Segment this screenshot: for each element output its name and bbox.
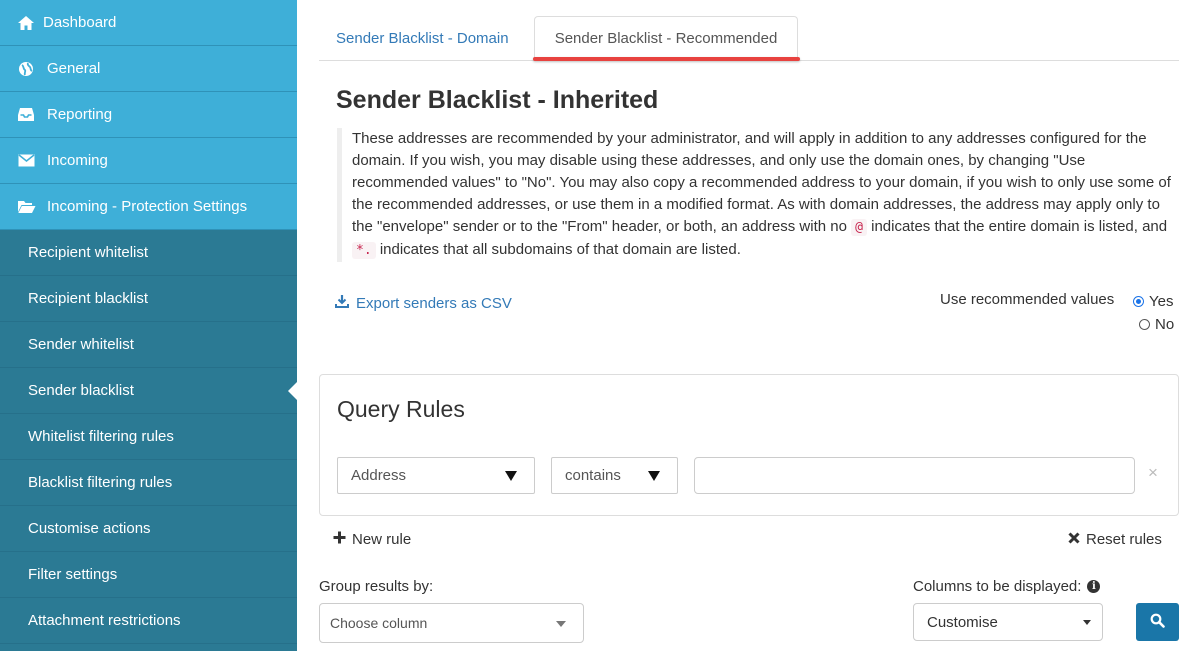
sidebar-item-dashboard[interactable]: Dashboard <box>0 0 297 46</box>
columns-displayed-text: Columns to be displayed: <box>913 578 1082 595</box>
sidebar-item-label: General <box>47 60 101 77</box>
radio-no-label: No <box>1155 316 1175 333</box>
tab-sender-blacklist-domain[interactable]: Sender Blacklist - Domain <box>336 16 509 61</box>
folder-open-icon <box>16 199 36 214</box>
sidebar-item-label: Reporting <box>47 106 113 123</box>
sidebar-item-attachment-restrictions[interactable]: Attachment restrictions <box>0 598 297 644</box>
tab-bar: Sender Blacklist - Domain Sender Blackli… <box>319 16 1179 61</box>
use-recommended-label: Use recommended values <box>940 291 1115 308</box>
operator-select-value: contains <box>565 467 621 484</box>
sidebar-item-label: Customise actions <box>28 520 151 537</box>
sidebar-item-label: Sender blacklist <box>28 382 134 399</box>
columns-select[interactable]: Customise <box>913 603 1103 641</box>
sidebar-item-filter-settings[interactable]: Filter settings <box>0 552 297 598</box>
sidebar-item-label: Incoming <box>47 152 108 169</box>
caret-down-icon <box>648 471 660 481</box>
sidebar-item-label: Filter settings <box>28 566 118 583</box>
field-select[interactable]: Address <box>337 457 535 494</box>
plus-icon <box>333 531 352 548</box>
columns-select-value: Customise <box>927 613 998 631</box>
info-icon[interactable]: i <box>1087 580 1101 593</box>
search-button[interactable] <box>1136 603 1179 641</box>
sidebar-item-general[interactable]: General <box>0 46 297 92</box>
sidebar-item-label: Sender whitelist <box>28 336 134 353</box>
remove-rule-icon[interactable]: × <box>1148 463 1158 483</box>
caret-down-icon <box>505 471 517 481</box>
envelope-icon <box>16 154 36 167</box>
sidebar-item-label: Dashboard <box>43 14 117 31</box>
close-icon <box>1068 531 1086 548</box>
sidebar-item-customise-actions[interactable]: Customise actions <box>0 506 297 552</box>
radio-no-option[interactable]: No <box>1139 316 1174 333</box>
rule-value-input[interactable] <box>694 457 1135 494</box>
sidebar-item-label: Attachment restrictions <box>28 612 181 629</box>
export-csv-link[interactable]: Export senders as CSV <box>335 294 512 312</box>
tab-sender-blacklist-recommended[interactable]: Sender Blacklist - Recommended <box>534 16 798 61</box>
home-icon <box>16 15 36 31</box>
description-blockquote: These addresses are recommended by your … <box>337 128 1179 262</box>
sidebar: Dashboard General Reporting Incoming Inc… <box>0 0 297 651</box>
sidebar-item-sender-whitelist[interactable]: Sender whitelist <box>0 322 297 368</box>
code-wildcard: *. <box>352 242 376 259</box>
sidebar-item-label: Recipient blacklist <box>28 290 149 307</box>
group-results-label: Group results by: <box>319 578 434 595</box>
query-rules-title: Query Rules <box>337 396 465 422</box>
operator-select[interactable]: contains <box>551 457 678 494</box>
search-icon <box>1150 613 1165 632</box>
inbox-icon <box>16 107 36 122</box>
field-select-value: Address <box>351 467 407 484</box>
reset-rules-label: Reset rules <box>1086 531 1162 548</box>
radio-no[interactable] <box>1139 319 1150 330</box>
radio-yes-label: Yes <box>1149 293 1174 310</box>
description-text: indicates that the entire domain is list… <box>871 218 1168 235</box>
sidebar-item-incoming[interactable]: Incoming <box>0 138 297 184</box>
query-rules-panel: Query Rules Address contains × <box>319 374 1179 516</box>
sidebar-item-blacklist-filtering-rules[interactable]: Blacklist filtering rules <box>0 460 297 506</box>
main-content: Sender Blacklist - Domain Sender Blackli… <box>297 0 1193 651</box>
caret-down-icon <box>556 621 566 627</box>
export-csv-label: Export senders as CSV <box>356 294 512 312</box>
group-results-placeholder: Choose column <box>330 615 428 631</box>
radio-yes-option[interactable]: Yes <box>1133 293 1173 310</box>
page-title: Sender Blacklist - Inherited <box>336 86 659 114</box>
description-text: indicates that all subdomains of that do… <box>379 241 741 258</box>
globe-icon <box>16 61 36 77</box>
code-at-symbol: @ <box>851 219 867 236</box>
sidebar-item-sender-blacklist[interactable]: Sender blacklist <box>0 368 297 414</box>
reset-rules-button[interactable]: Reset rules <box>1068 531 1162 548</box>
group-results-select[interactable]: Choose column <box>319 603 584 643</box>
sidebar-item-label: Recipient whitelist <box>28 244 149 261</box>
download-icon <box>335 294 356 312</box>
new-rule-button[interactable]: New rule <box>333 531 411 548</box>
radio-yes[interactable] <box>1133 296 1144 307</box>
active-tab-underline <box>533 57 800 61</box>
sidebar-item-incoming-protection[interactable]: Incoming - Protection Settings <box>0 184 297 230</box>
sidebar-item-label: Blacklist filtering rules <box>28 474 173 491</box>
sidebar-item-reporting[interactable]: Reporting <box>0 92 297 138</box>
sidebar-item-recipient-blacklist[interactable]: Recipient blacklist <box>0 276 297 322</box>
new-rule-label: New rule <box>352 531 412 548</box>
sidebar-item-label: Incoming - Protection Settings <box>47 198 248 215</box>
caret-down-icon <box>1083 620 1091 625</box>
sidebar-item-whitelist-filtering-rules[interactable]: Whitelist filtering rules <box>0 414 297 460</box>
sidebar-item-recipient-whitelist[interactable]: Recipient whitelist <box>0 230 297 276</box>
sidebar-item-label: Whitelist filtering rules <box>28 428 174 445</box>
columns-displayed-label: Columns to be displayed: i <box>913 578 1101 595</box>
